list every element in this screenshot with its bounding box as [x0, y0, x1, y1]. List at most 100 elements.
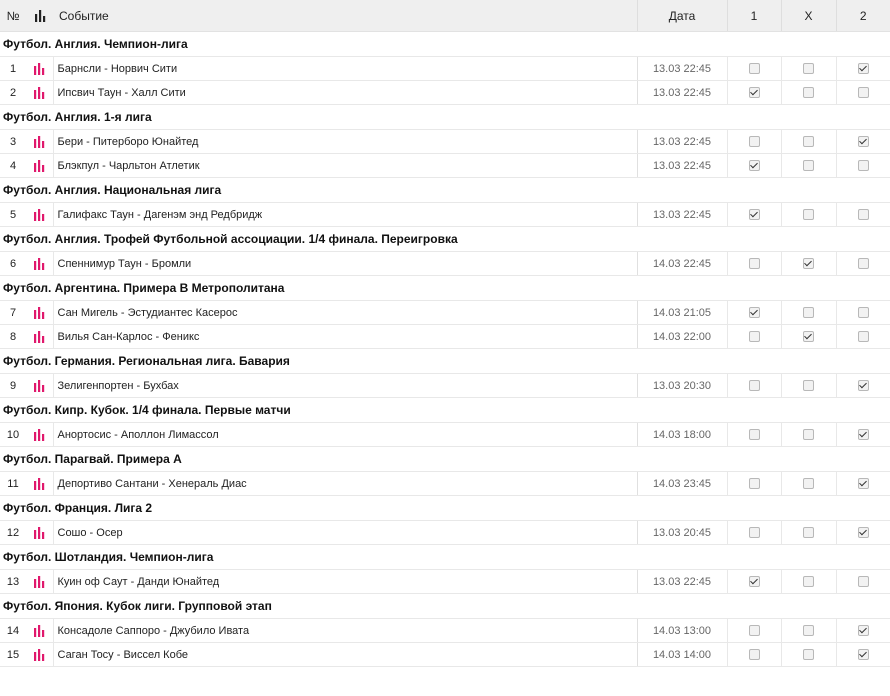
bar-chart-icon[interactable]: [33, 62, 45, 75]
outcome-2-cell: [835, 56, 890, 81]
stats-cell[interactable]: [26, 471, 53, 496]
outcome-x-checkbox[interactable]: [803, 576, 814, 588]
event-name[interactable]: Сошо - Осер: [52, 520, 637, 545]
bar-chart-icon[interactable]: [33, 477, 45, 490]
event-name[interactable]: Спеннимур Таун - Бромли: [52, 251, 637, 276]
outcome-1-checkbox[interactable]: [748, 331, 760, 343]
bar-chart-icon[interactable]: [33, 526, 45, 539]
outcome-1-checkbox[interactable]: [748, 478, 760, 490]
event-name[interactable]: Сан Мигель - Эстудиантес Касерос: [52, 300, 637, 325]
stats-cell[interactable]: [26, 251, 53, 276]
outcome-1-cell: [726, 642, 781, 667]
outcome-x-checkbox[interactable]: [803, 527, 814, 539]
outcome-1-checkbox[interactable]: [748, 63, 760, 75]
outcome-2-checkbox[interactable]: [857, 87, 869, 99]
outcome-2-checkbox[interactable]: [857, 160, 869, 172]
outcome-2-checkbox[interactable]: [857, 478, 869, 490]
outcome-1-checkbox[interactable]: [748, 380, 760, 392]
stats-cell[interactable]: [26, 56, 53, 81]
bar-chart-icon[interactable]: [33, 648, 45, 661]
stats-cell[interactable]: [26, 642, 53, 667]
outcome-1-checkbox[interactable]: [748, 649, 760, 661]
outcome-x-checkbox[interactable]: [803, 625, 814, 637]
outcome-x-checkbox[interactable]: [803, 136, 814, 148]
outcome-x-checkbox[interactable]: [803, 380, 814, 392]
event-name[interactable]: Вилья Сан-Карлос - Феникс: [52, 324, 637, 349]
stats-cell[interactable]: [26, 373, 53, 398]
event-number: 11: [0, 471, 26, 496]
event-name[interactable]: Галифакс Таун - Дагенэм энд Редбридж: [52, 202, 637, 227]
event-date: 13.03 20:30: [636, 373, 727, 398]
outcome-2-checkbox[interactable]: [857, 429, 869, 441]
outcome-2-checkbox[interactable]: [857, 331, 869, 343]
outcome-1-checkbox[interactable]: [748, 136, 760, 148]
outcome-2-checkbox[interactable]: [857, 307, 869, 319]
stats-cell[interactable]: [26, 618, 53, 643]
event-name[interactable]: Депортиво Сантани - Хенераль Диас: [52, 471, 637, 496]
outcome-x-checkbox[interactable]: [803, 307, 814, 319]
outcome-1-checkbox[interactable]: [748, 307, 760, 319]
stats-cell[interactable]: [26, 153, 53, 178]
outcome-x-checkbox[interactable]: [803, 331, 814, 343]
col-header-date[interactable]: Дата: [636, 0, 727, 32]
event-name[interactable]: Бери - Питерборо Юнайтед: [52, 129, 637, 154]
outcome-x-checkbox[interactable]: [803, 160, 814, 172]
col-header-stats[interactable]: [26, 0, 53, 32]
bar-chart-icon[interactable]: [33, 624, 45, 637]
outcome-1-checkbox[interactable]: [748, 160, 760, 172]
stats-cell[interactable]: [26, 129, 53, 154]
outcome-x-checkbox[interactable]: [803, 649, 814, 661]
outcome-x-checkbox[interactable]: [803, 63, 814, 75]
event-name[interactable]: Ипсвич Таун - Халл Сити: [52, 80, 637, 105]
bar-chart-icon[interactable]: [33, 159, 45, 172]
stats-cell[interactable]: [26, 324, 53, 349]
outcome-2-checkbox[interactable]: [857, 63, 869, 75]
stats-cell[interactable]: [26, 422, 53, 447]
outcome-1-checkbox[interactable]: [748, 87, 760, 99]
outcome-2-checkbox[interactable]: [857, 625, 869, 637]
col-header-event[interactable]: Событие: [53, 0, 637, 32]
outcome-1-checkbox[interactable]: [748, 258, 760, 270]
event-name[interactable]: Зелигенпортен - Бухбах: [52, 373, 637, 398]
group-title: Футбол. Англия. 1-я лига: [0, 104, 890, 130]
outcome-1-checkbox[interactable]: [748, 429, 760, 441]
stats-cell[interactable]: [26, 520, 53, 545]
outcome-2-checkbox[interactable]: [857, 527, 869, 539]
event-name[interactable]: Саган Тосу - Виссел Кобе: [52, 642, 637, 667]
outcome-2-checkbox[interactable]: [857, 209, 869, 221]
outcome-2-checkbox[interactable]: [857, 136, 869, 148]
outcome-1-checkbox[interactable]: [748, 527, 760, 539]
outcome-x-checkbox[interactable]: [803, 478, 814, 490]
bar-chart-icon[interactable]: [33, 257, 45, 270]
stats-cell[interactable]: [26, 202, 53, 227]
bar-chart-icon[interactable]: [33, 379, 45, 392]
outcome-2-checkbox[interactable]: [857, 258, 869, 270]
stats-cell[interactable]: [26, 80, 53, 105]
bar-chart-icon[interactable]: [33, 428, 45, 441]
stats-cell[interactable]: [26, 300, 53, 325]
bar-chart-icon[interactable]: [33, 135, 45, 148]
outcome-1-checkbox[interactable]: [748, 209, 760, 221]
outcome-1-checkbox[interactable]: [748, 576, 760, 588]
outcome-x-checkbox[interactable]: [803, 429, 814, 441]
outcome-2-checkbox[interactable]: [857, 576, 869, 588]
event-name[interactable]: Анортосис - Аполлон Лимассол: [52, 422, 637, 447]
outcome-2-checkbox[interactable]: [857, 380, 869, 392]
event-name[interactable]: Консадоле Саппоро - Джубило Ивата: [52, 618, 637, 643]
bar-chart-icon[interactable]: [33, 306, 45, 319]
outcome-x-checkbox[interactable]: [803, 87, 814, 99]
outcome-x-checkbox[interactable]: [803, 258, 814, 270]
event-row: 12 Сошо - Осер 13.03 20:45: [0, 520, 890, 545]
event-name[interactable]: Блэкпул - Чарльтон Атлетик: [52, 153, 637, 178]
event-date: 14.03 13:00: [636, 618, 727, 643]
outcome-x-checkbox[interactable]: [803, 209, 814, 221]
bar-chart-icon[interactable]: [33, 575, 45, 588]
bar-chart-icon[interactable]: [33, 330, 45, 343]
event-name[interactable]: Куин оф Саут - Данди Юнайтед: [52, 569, 637, 594]
outcome-1-checkbox[interactable]: [748, 625, 760, 637]
bar-chart-icon[interactable]: [33, 86, 45, 99]
event-name[interactable]: Барнсли - Норвич Сити: [52, 56, 637, 81]
outcome-2-checkbox[interactable]: [857, 649, 869, 661]
bar-chart-icon[interactable]: [33, 208, 45, 221]
stats-cell[interactable]: [26, 569, 53, 594]
